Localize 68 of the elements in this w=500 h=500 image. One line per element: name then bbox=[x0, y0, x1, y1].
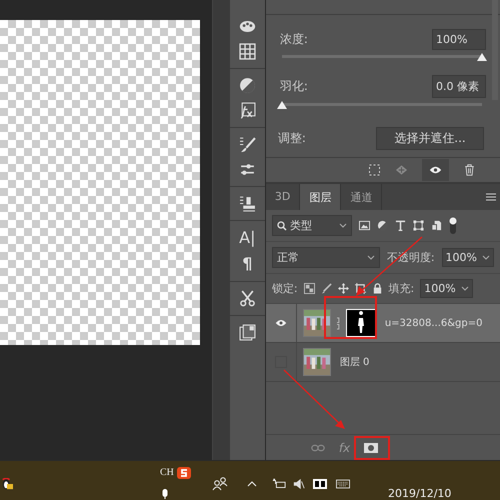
brush-presets-icon[interactable] bbox=[238, 161, 256, 178]
layer-comps-icon[interactable] bbox=[238, 324, 256, 341]
power-plug-icon[interactable] bbox=[272, 478, 286, 490]
character-icon[interactable]: A| bbox=[239, 229, 256, 247]
image-filter-icon[interactable] bbox=[358, 220, 370, 231]
selection-icon[interactable] bbox=[368, 164, 381, 176]
layer-name: 图层 0 bbox=[340, 356, 370, 369]
filter-toggle[interactable] bbox=[448, 216, 457, 234]
dolby-icon[interactable] bbox=[313, 478, 327, 490]
visibility-icon[interactable] bbox=[274, 319, 287, 327]
keyboard-icon[interactable] bbox=[336, 478, 350, 490]
chevron-down-icon bbox=[460, 286, 469, 291]
fill-label: 填充: bbox=[388, 281, 414, 296]
paragraph-icon[interactable]: ¶ bbox=[242, 255, 252, 273]
panel-tab[interactable]: 图层 bbox=[300, 184, 342, 210]
lock-all-icon[interactable] bbox=[372, 283, 383, 294]
visibility-icon[interactable] bbox=[429, 164, 442, 176]
chevron-up-icon[interactable] bbox=[247, 481, 257, 487]
chevron-down-icon bbox=[338, 223, 347, 228]
highlight-frame bbox=[324, 296, 377, 339]
penguin-icon[interactable] bbox=[0, 478, 14, 490]
filter-dropdown[interactable]: 类型 bbox=[272, 215, 352, 236]
shape-filter-icon[interactable] bbox=[412, 220, 424, 231]
blend-mode-dropdown[interactable]: 正常 bbox=[272, 247, 380, 268]
density-label: 浓度: bbox=[280, 31, 308, 48]
palette-icon[interactable] bbox=[238, 18, 256, 35]
annotation-arrow bbox=[284, 370, 345, 429]
highlight-frame bbox=[354, 436, 390, 460]
visibility-toggle[interactable] bbox=[274, 356, 287, 368]
layer-row[interactable]: 图层 0 bbox=[266, 343, 500, 382]
styles-icon[interactable] bbox=[238, 102, 256, 119]
lock-label: 锁定: bbox=[272, 281, 298, 296]
mask-thumbnail[interactable] bbox=[346, 309, 376, 337]
language-indicator[interactable]: CH bbox=[160, 467, 174, 478]
layer-row[interactable]: u=32808...6&gp=0 bbox=[266, 304, 500, 343]
clock-date[interactable]: 2019/12/10 bbox=[388, 487, 452, 500]
density-field[interactable]: 100% bbox=[432, 29, 486, 50]
add-mask-icon[interactable] bbox=[364, 442, 378, 452]
adjustment-filter-icon[interactable] bbox=[376, 220, 388, 231]
feather-label: 羽化: bbox=[280, 78, 308, 95]
adjust-label: 调整: bbox=[278, 130, 306, 147]
chevron-down-icon bbox=[366, 255, 375, 260]
adjustment-icon[interactable] bbox=[238, 77, 256, 94]
layer-name: u=32808...6&gp=0 bbox=[384, 318, 482, 328]
clone-source-icon[interactable] bbox=[238, 195, 256, 212]
feather-field[interactable]: 0.0 像素 bbox=[432, 75, 486, 98]
panel-tab[interactable]: 通道 bbox=[341, 184, 382, 210]
lock-move-icon[interactable] bbox=[338, 283, 349, 294]
brush-settings-icon[interactable] bbox=[238, 136, 256, 153]
tool-presets-icon[interactable] bbox=[238, 290, 256, 307]
people-icon[interactable] bbox=[212, 477, 228, 491]
grid-icon[interactable] bbox=[238, 43, 256, 60]
select-and-mask-button[interactable]: 选择并遮住... bbox=[376, 127, 484, 150]
opacity-field[interactable]: 100% bbox=[442, 248, 494, 267]
input-method-icon[interactable] bbox=[177, 467, 191, 479]
speaker-icon[interactable] bbox=[292, 478, 306, 490]
lock-transparent-icon[interactable] bbox=[304, 283, 315, 294]
delete-icon[interactable] bbox=[463, 164, 476, 176]
annotation-arrow bbox=[356, 236, 422, 296]
type-filter-icon[interactable] bbox=[394, 220, 406, 231]
menu-icon[interactable] bbox=[486, 193, 496, 201]
search-icon bbox=[276, 220, 287, 230]
smart-object-filter-icon[interactable] bbox=[430, 220, 442, 231]
lock-brush-icon[interactable] bbox=[320, 283, 332, 294]
chevron-down-icon bbox=[482, 255, 490, 260]
microphone-icon[interactable] bbox=[160, 489, 170, 499]
fill-field[interactable]: 100% bbox=[420, 279, 473, 298]
lock-artboard-icon[interactable] bbox=[354, 283, 366, 294]
